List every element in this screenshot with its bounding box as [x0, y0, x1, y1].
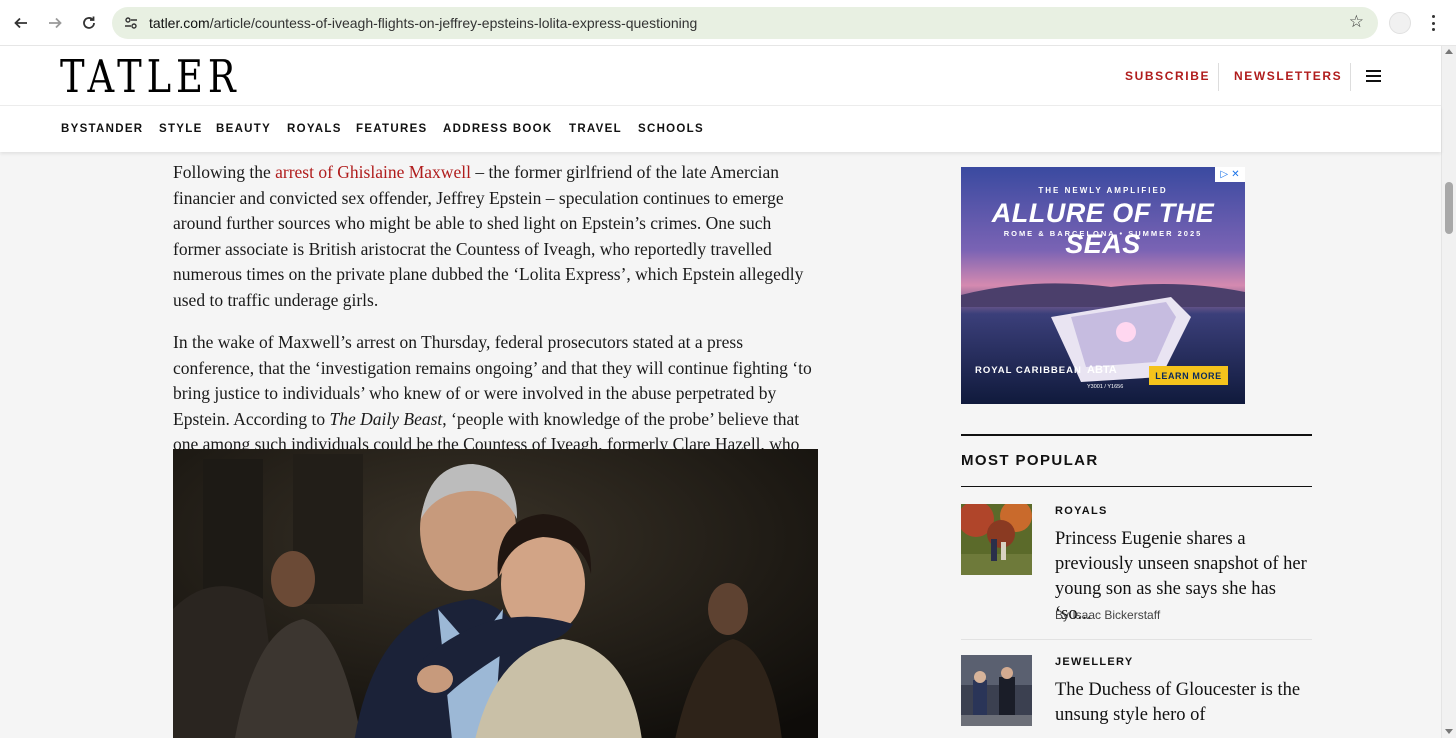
popular-byline: By Isaac Bickerstaff [1055, 608, 1161, 622]
nav-item-beauty[interactable]: BEAUTY [216, 123, 271, 135]
ad-abta-code: Y3001 / Y1656 [1087, 384, 1124, 390]
most-popular-heading: MOST POPULAR [961, 452, 1099, 469]
article-photo [173, 449, 818, 738]
tatler-logo[interactable]: TATLER [60, 54, 241, 100]
subscribe-link[interactable]: SUBSCRIBE [1125, 69, 1210, 83]
reload-icon[interactable] [78, 12, 100, 34]
header-divider [1218, 63, 1219, 91]
site-info-icon[interactable] [122, 14, 140, 32]
scroll-up-arrow-icon[interactable] [1445, 49, 1453, 54]
header-divider [1350, 63, 1351, 91]
paragraph-text: – the former girlfriend of the late Amer… [173, 162, 804, 310]
popular-headline[interactable]: The Duchess of Gloucester is the unsung … [1055, 678, 1310, 728]
page-scrollbar[interactable] [1441, 46, 1456, 738]
nav-item-address-book[interactable]: ADDRESS BOOK [443, 123, 553, 135]
hamburger-icon[interactable] [1366, 70, 1381, 82]
page-content: Following the arrest of Ghislaine Maxwel… [0, 152, 1441, 738]
list-divider [961, 639, 1312, 640]
url-text[interactable]: tatler.com/article/countess-of-iveagh-fl… [149, 15, 697, 31]
kebab-menu-icon[interactable] [1426, 12, 1440, 34]
section-divider [961, 434, 1312, 436]
learn-more-button[interactable]: LEARN MORE [1149, 366, 1228, 385]
back-arrow-icon[interactable] [10, 12, 32, 34]
ad-subtitle: ROME & BARCELONA • SUMMER 2025 [1003, 229, 1203, 238]
address-bar[interactable]: tatler.com/article/countess-of-iveagh-fl… [112, 7, 1378, 39]
popular-category[interactable]: JEWELLERY [1055, 656, 1134, 668]
popular-category[interactable]: ROYALS [1055, 505, 1108, 517]
nav-item-style[interactable]: STYLE [159, 123, 203, 135]
scrollbar-thumb[interactable] [1445, 182, 1453, 234]
ad-kicker: THE NEWLY AMPLIFIED [1038, 186, 1168, 195]
popular-thumbnail[interactable] [961, 504, 1032, 575]
maxwell-arrest-link[interactable]: arrest of Ghislaine Maxwell [275, 162, 471, 182]
browser-toolbar: tatler.com/article/countess-of-iveagh-fl… [0, 0, 1456, 46]
sidebar-advertisement[interactable]: ▷ ✕ THE NEWLY AMPLIFIED ALLURE OF THE SE… [961, 167, 1245, 404]
section-divider [961, 486, 1312, 487]
popular-thumbnail[interactable] [961, 655, 1032, 726]
nav-item-schools[interactable]: SCHOOLS [638, 123, 704, 135]
site-header: TATLER SUBSCRIBE NEWSLETTERS [0, 46, 1441, 106]
newsletters-link[interactable]: NEWSLETTERS [1234, 69, 1342, 83]
ad-brand: ROYAL CARIBBEAN [975, 365, 1082, 376]
nav-item-bystander[interactable]: BYSTANDER [61, 123, 143, 135]
nav-item-features[interactable]: FEATURES [356, 123, 428, 135]
scroll-down-arrow-icon[interactable] [1445, 729, 1453, 734]
article-paragraph: Following the arrest of Ghislaine Maxwel… [173, 160, 823, 313]
url-path: /article/countess-of-iveagh-flights-on-j… [209, 15, 698, 31]
ad-abta-logo: ABTA [1087, 364, 1117, 376]
paragraph-text: Following the [173, 162, 276, 182]
profile-avatar[interactable] [1389, 12, 1411, 34]
ad-choices-icon[interactable]: ▷ ✕ [1215, 167, 1245, 182]
bookmark-star-icon[interactable]: ☆ [1349, 12, 1364, 32]
nav-item-travel[interactable]: TRAVEL [569, 123, 622, 135]
main-nav: BYSTANDER STYLE BEAUTY ROYALS FEATURES A… [0, 106, 1441, 152]
nav-item-royals[interactable]: ROYALS [287, 123, 342, 135]
publication-name: The Daily Beast [329, 408, 443, 429]
forward-arrow-icon[interactable] [44, 12, 66, 34]
url-host: tatler.com [149, 15, 210, 31]
